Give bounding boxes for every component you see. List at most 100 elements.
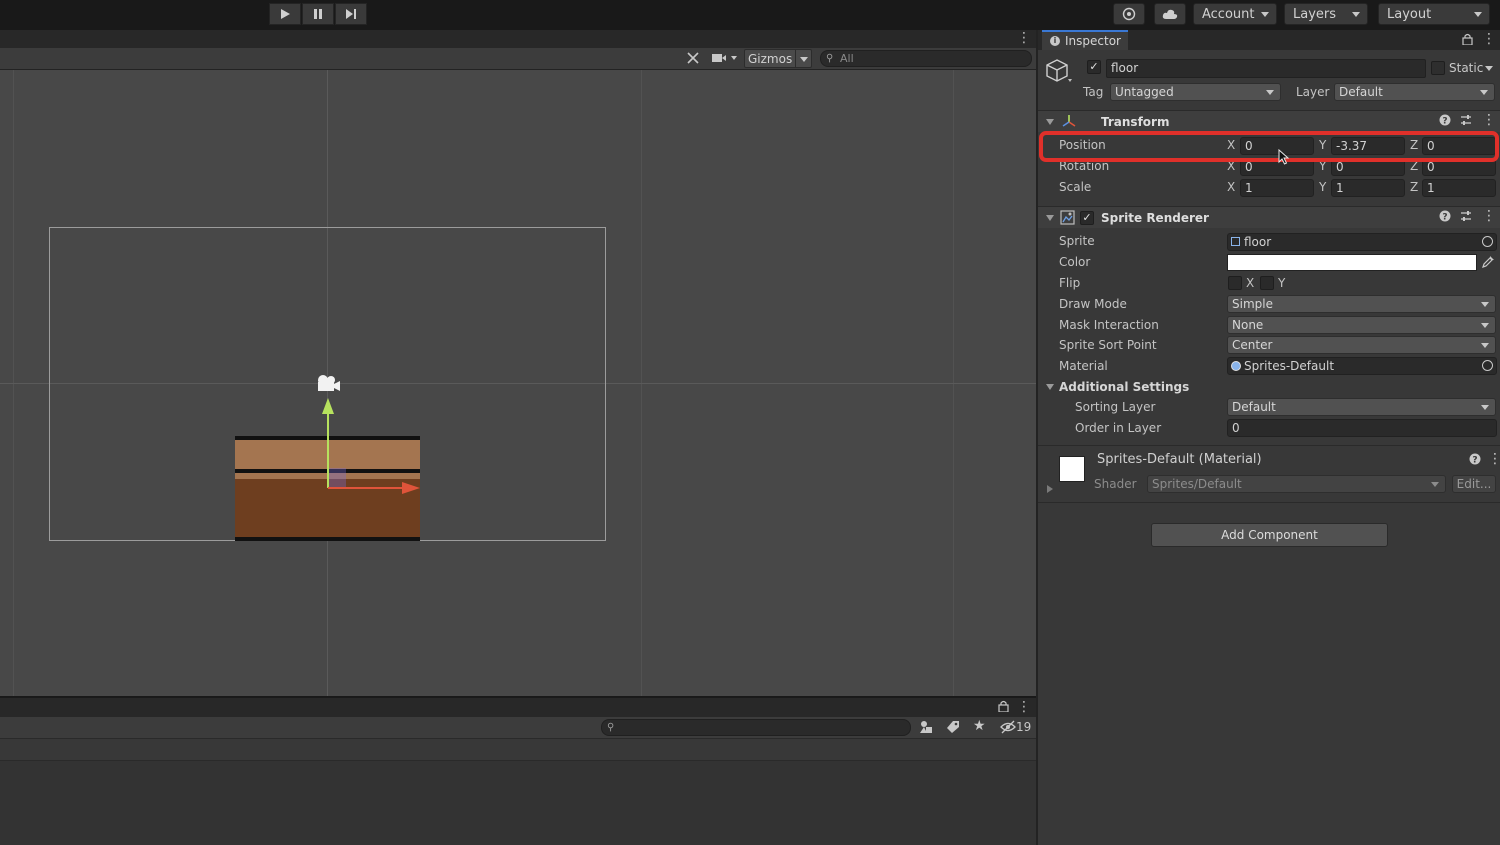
flip-y-checkbox[interactable] bbox=[1260, 276, 1274, 290]
component-menu-icon[interactable]: ⋮ bbox=[1488, 451, 1500, 467]
draw-mode-value: Simple bbox=[1232, 297, 1273, 311]
sprite-renderer-header[interactable]: ✓ Sprite Renderer ? ⋮ bbox=[1038, 206, 1500, 228]
eyedropper-icon[interactable] bbox=[1482, 255, 1495, 271]
material-field[interactable]: Sprites-Default bbox=[1227, 357, 1497, 375]
chevron-down-icon bbox=[1481, 343, 1489, 348]
tag-dropdown[interactable]: Untagged bbox=[1110, 83, 1281, 101]
collab-button[interactable] bbox=[1113, 3, 1145, 25]
component-menu-icon[interactable]: ⋮ bbox=[1482, 112, 1496, 128]
lock-icon[interactable] bbox=[1462, 33, 1473, 48]
search-placeholder: All bbox=[840, 52, 854, 65]
chevron-down-icon bbox=[800, 57, 808, 62]
sprite-renderer-title: Sprite Renderer bbox=[1101, 211, 1209, 225]
presets-icon[interactable] bbox=[1460, 114, 1472, 129]
step-button[interactable] bbox=[335, 3, 367, 25]
project-toolbar: ⚲ ★ 19 bbox=[0, 717, 1036, 739]
hidden-count: 19 bbox=[1016, 720, 1032, 734]
component-menu-icon[interactable]: ⋮ bbox=[1482, 208, 1496, 224]
more-options-icon[interactable]: ⋮ bbox=[1482, 31, 1496, 47]
account-dropdown[interactable]: Account bbox=[1193, 3, 1277, 25]
scale-label: Scale bbox=[1059, 180, 1092, 194]
material-value: Sprites-Default bbox=[1244, 359, 1335, 373]
filter-type-icon[interactable] bbox=[919, 720, 933, 737]
gizmos-dropdown[interactable]: Gizmos bbox=[744, 49, 812, 68]
expand-arrow-icon[interactable] bbox=[1047, 485, 1053, 493]
flip-x-checkbox[interactable] bbox=[1228, 276, 1242, 290]
sprite-sort-point-dropdown[interactable]: Center bbox=[1227, 336, 1496, 354]
floor-edge bbox=[235, 537, 420, 541]
mask-interaction-label: Mask Interaction bbox=[1059, 318, 1159, 332]
sprite-value: floor bbox=[1244, 235, 1272, 249]
chevron-down-icon[interactable] bbox=[1485, 66, 1493, 71]
inspector-panel: i Inspector ⋮ ✓ floor Static Tag Untagge… bbox=[1036, 30, 1500, 845]
hidden-eye-icon[interactable] bbox=[1000, 720, 1016, 737]
flip-label: Flip bbox=[1059, 276, 1081, 290]
sprite-field[interactable]: floor bbox=[1227, 233, 1497, 251]
foldout-arrow-icon bbox=[1046, 119, 1054, 125]
color-swatch[interactable] bbox=[1227, 254, 1477, 271]
pause-button[interactable] bbox=[302, 3, 334, 25]
additional-settings-label[interactable]: Additional Settings bbox=[1059, 380, 1189, 394]
chevron-down-icon bbox=[1352, 12, 1360, 17]
layout-dropdown[interactable]: Layout bbox=[1378, 3, 1490, 25]
scale-x-field[interactable]: 1 bbox=[1240, 179, 1314, 197]
tag-value: Untagged bbox=[1115, 85, 1174, 99]
project-body bbox=[0, 761, 1036, 845]
add-component-button[interactable]: Add Component bbox=[1151, 523, 1388, 547]
search-icon: ⚲ bbox=[826, 53, 834, 64]
sprite-renderer-enabled-checkbox[interactable]: ✓ bbox=[1080, 211, 1094, 225]
star-icon[interactable]: ★ bbox=[973, 718, 986, 734]
chevron-down-icon bbox=[1481, 405, 1489, 410]
presets-icon[interactable] bbox=[1460, 210, 1472, 225]
flip-y-label: Y bbox=[1278, 276, 1286, 290]
object-picker-icon[interactable] bbox=[1482, 236, 1493, 247]
cloud-button[interactable] bbox=[1154, 3, 1186, 25]
transform-header[interactable]: Transform ? ⋮ bbox=[1038, 110, 1500, 132]
help-icon[interactable]: ? bbox=[1439, 114, 1451, 129]
transform-icon bbox=[1062, 114, 1076, 131]
shader-edit-button[interactable]: Edit... bbox=[1452, 475, 1496, 493]
color-label: Color bbox=[1059, 255, 1091, 269]
object-name-field[interactable]: floor bbox=[1106, 59, 1426, 78]
draw-mode-dropdown[interactable]: Simple bbox=[1227, 295, 1496, 313]
draw-mode-label: Draw Mode bbox=[1059, 297, 1127, 311]
more-options-icon[interactable]: ⋮ bbox=[1017, 30, 1031, 46]
play-button[interactable] bbox=[269, 3, 301, 25]
label-icon[interactable] bbox=[946, 720, 960, 737]
collab-icon bbox=[1122, 7, 1136, 21]
axis-y-label: Y bbox=[1319, 180, 1327, 194]
static-checkbox[interactable] bbox=[1431, 61, 1445, 75]
layers-dropdown[interactable]: Layers bbox=[1284, 3, 1368, 25]
inspector-tab-bar: i Inspector ⋮ bbox=[1038, 30, 1500, 50]
axis-z-label: Z bbox=[1410, 180, 1419, 194]
camera-icon[interactable] bbox=[712, 52, 738, 67]
help-icon[interactable]: ? bbox=[1469, 453, 1481, 468]
lock-icon[interactable] bbox=[998, 700, 1009, 715]
tab-inspector[interactable]: i Inspector bbox=[1042, 30, 1128, 50]
chevron-down-icon bbox=[1431, 482, 1439, 487]
order-in-layer-field[interactable]: 0 bbox=[1227, 419, 1497, 437]
layer-dropdown[interactable]: Default bbox=[1334, 83, 1495, 101]
sprite-renderer-icon bbox=[1060, 210, 1075, 228]
scene-search-box[interactable]: ⚲ All bbox=[820, 50, 1032, 67]
tools-icon[interactable] bbox=[686, 51, 700, 68]
object-picker-icon[interactable] bbox=[1482, 360, 1493, 371]
shader-dropdown[interactable]: Sprites/Default bbox=[1147, 475, 1446, 493]
divider bbox=[1038, 502, 1500, 503]
help-icon[interactable]: ? bbox=[1439, 210, 1451, 225]
divider bbox=[795, 50, 796, 67]
chevron-down-icon bbox=[1266, 90, 1274, 95]
foldout-arrow-icon[interactable] bbox=[1046, 384, 1054, 390]
scale-y-field[interactable]: 1 bbox=[1331, 179, 1405, 197]
object-active-checkbox[interactable]: ✓ bbox=[1087, 60, 1101, 74]
scene-view[interactable] bbox=[0, 70, 1036, 696]
mask-interaction-dropdown[interactable]: None bbox=[1227, 316, 1496, 334]
sorting-layer-dropdown[interactable]: Default bbox=[1227, 398, 1496, 416]
position-highlight-box bbox=[1039, 131, 1499, 162]
material-preview-swatch bbox=[1059, 456, 1085, 482]
project-search-box[interactable]: ⚲ bbox=[601, 719, 911, 736]
sorting-layer-label: Sorting Layer bbox=[1075, 400, 1156, 414]
chevron-down-icon bbox=[1480, 90, 1488, 95]
scale-z-field[interactable]: 1 bbox=[1422, 179, 1496, 197]
more-options-icon[interactable]: ⋮ bbox=[1017, 699, 1031, 715]
